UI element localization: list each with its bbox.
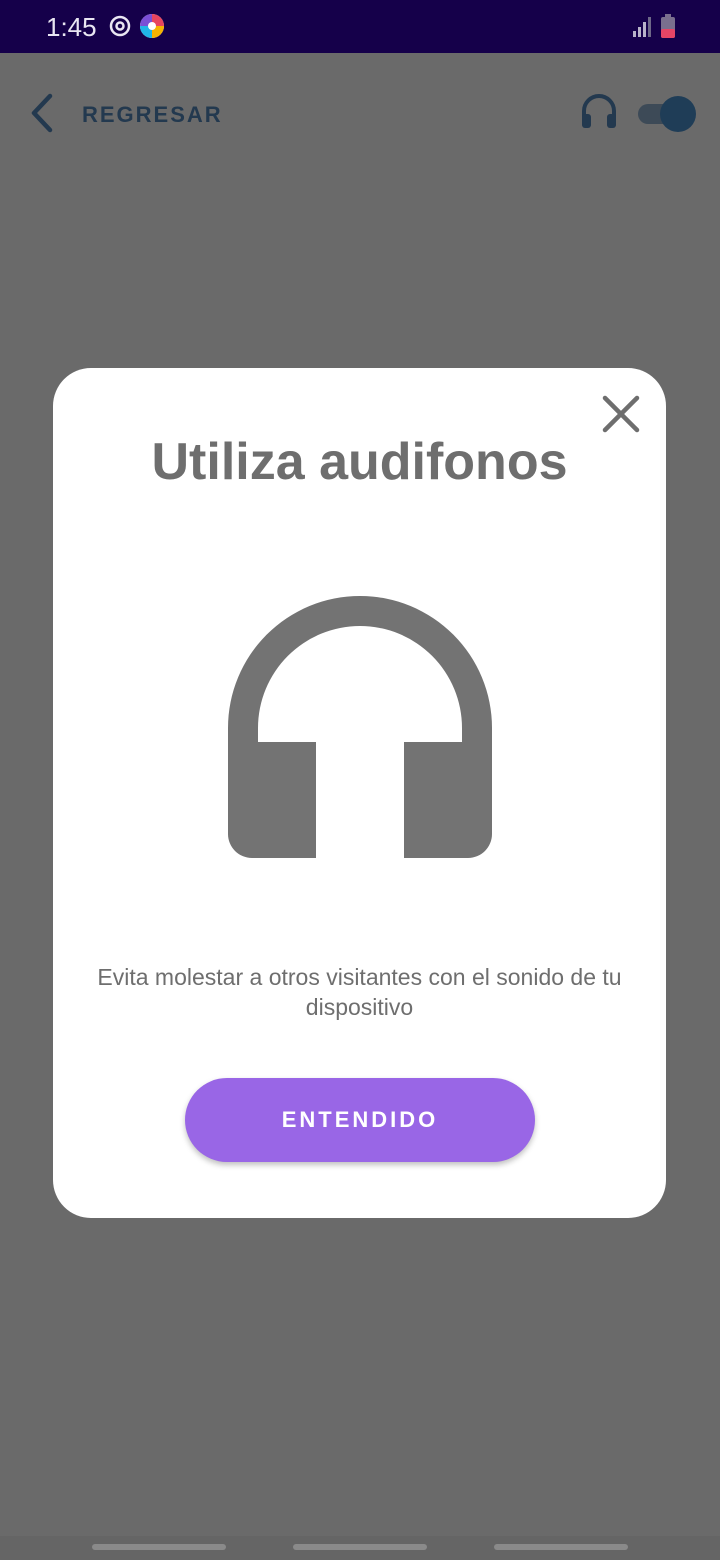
nav-pill[interactable]	[494, 1544, 628, 1550]
signal-icon	[633, 17, 651, 37]
battery-icon	[661, 14, 675, 38]
headphones-modal: Utiliza audifonos Evita molestar a otros…	[53, 368, 666, 1218]
close-icon[interactable]	[601, 394, 641, 434]
back-button-label[interactable]: REGRESAR	[82, 102, 223, 128]
headphones-icon[interactable]	[580, 92, 618, 130]
toggle-thumb	[660, 96, 696, 132]
sync-icon	[109, 15, 131, 37]
gesture-nav-bar	[0, 1536, 720, 1560]
nav-pill[interactable]	[293, 1544, 427, 1550]
modal-title: Utiliza audifonos	[151, 433, 568, 491]
confirm-button[interactable]: ENTENDIDO	[185, 1078, 535, 1162]
audio-toggle[interactable]	[638, 96, 696, 132]
headphones-icon	[228, 596, 492, 858]
modal-message: Evita molestar a otros visitantes con el…	[97, 964, 622, 1020]
app-logo-icon	[140, 14, 164, 38]
nav-pill[interactable]	[92, 1544, 226, 1550]
status-bar: 1:45	[0, 0, 720, 53]
status-time: 1:45	[46, 12, 97, 42]
back-chevron-icon[interactable]	[28, 92, 56, 134]
